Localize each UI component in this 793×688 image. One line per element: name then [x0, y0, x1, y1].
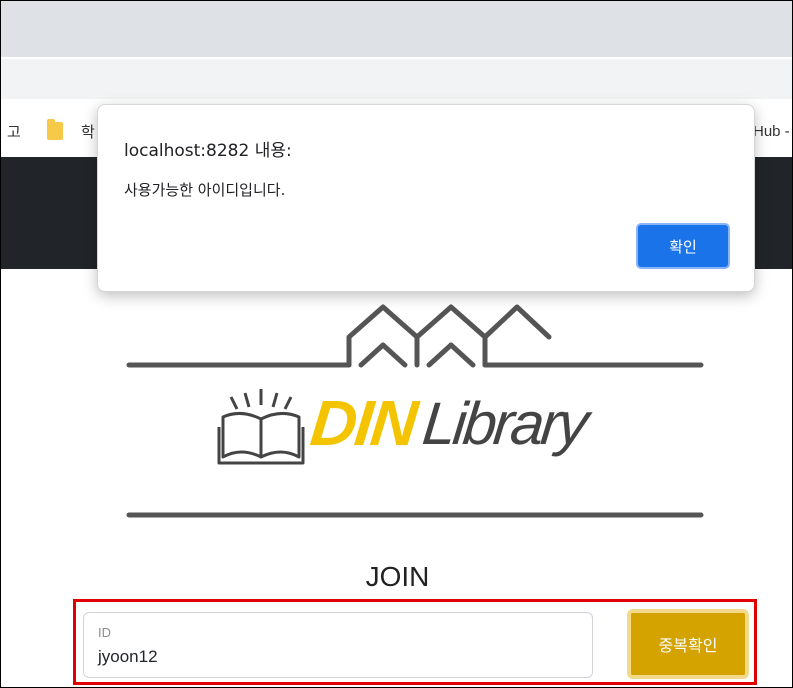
dialog-message: 사용가능한 아이디입니다.	[124, 181, 286, 199]
logo-din-text: DIN	[307, 387, 420, 459]
alert-dialog: localhost:8282 내용: 사용가능한 아이디입니다. 확인	[97, 104, 755, 292]
id-floating-label: ID	[98, 625, 111, 640]
id-input-value[interactable]: jyoon12	[98, 647, 158, 667]
id-input[interactable]: ID jyoon12	[83, 612, 593, 678]
bookmark-item-hub[interactable]: Hub -	[753, 123, 790, 140]
duplicate-check-button[interactable]: 중복확인	[627, 609, 749, 679]
library-wordmark: DIN Library	[307, 383, 589, 463]
bookmark-folder-label[interactable]: 학	[81, 121, 95, 142]
browser-address-bar[interactable]	[1, 59, 792, 99]
dialog-ok-button[interactable]: 확인	[636, 223, 730, 269]
dialog-title: localhost:8282 내용:	[124, 141, 292, 161]
page-title: JOIN	[365, 561, 430, 592]
browser-tab-strip	[1, 1, 792, 57]
browser-window: 고 학 Hub - DIN Library JOIN ID jyoon12 중복…	[0, 0, 793, 688]
folder-icon[interactable]	[47, 119, 63, 140]
open-book-icon	[217, 389, 305, 465]
roof-icon	[126, 304, 704, 368]
bookmark-item-partial[interactable]: 고	[7, 121, 21, 142]
logo-library-text: Library	[419, 389, 590, 457]
